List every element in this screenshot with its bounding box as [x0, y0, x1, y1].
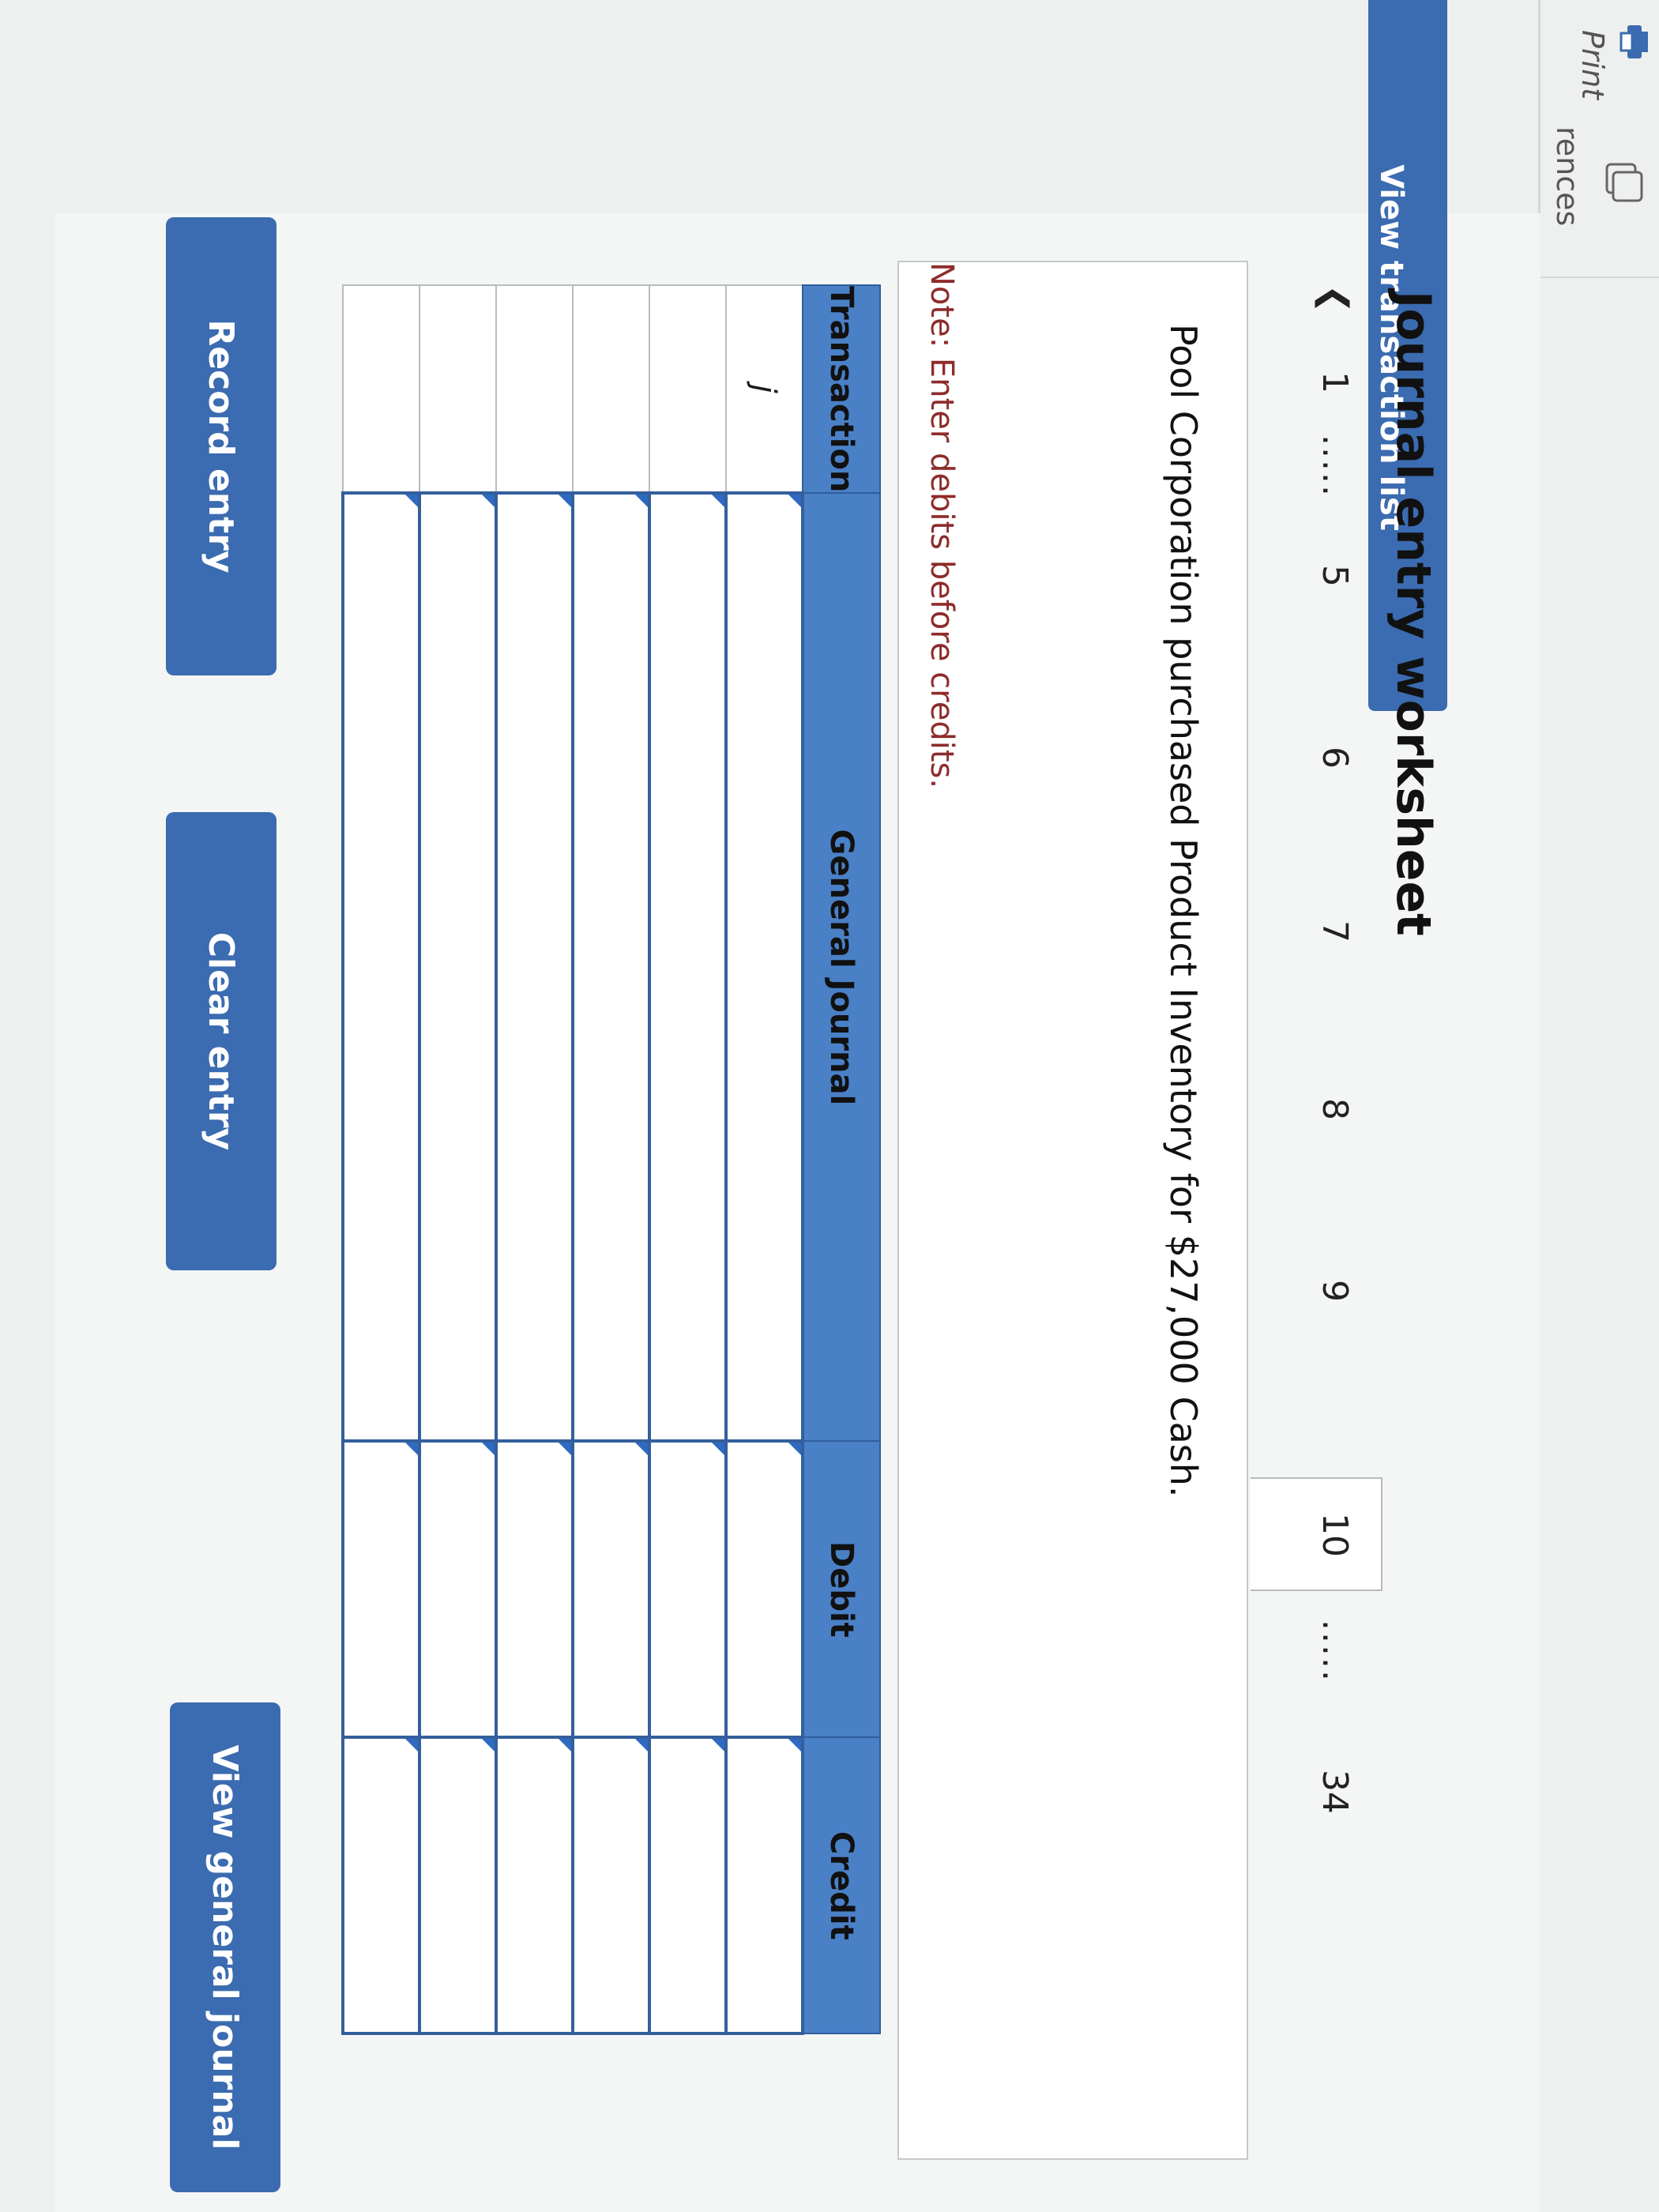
clear-entry-button[interactable]: Clear entry [166, 812, 276, 1270]
table-header-row: Transaction General Journal Debit Credit [803, 285, 880, 2034]
header-credit: Credit [803, 1737, 880, 2034]
cell-marker-icon [405, 1443, 418, 1456]
transaction-cell [419, 285, 496, 494]
account-input[interactable] [649, 493, 726, 1442]
printer-icon [1620, 25, 1648, 58]
instruction-note: Note: Enter debits before credits. [924, 262, 960, 789]
credit-input[interactable] [726, 1737, 803, 2034]
credit-input[interactable] [496, 1737, 573, 2034]
pagination-page[interactable]: 6 [1315, 747, 1355, 769]
credit-input[interactable] [573, 1737, 649, 2034]
debit-input[interactable] [573, 1441, 649, 1738]
debit-input[interactable] [649, 1441, 726, 1738]
debit-input[interactable] [496, 1441, 573, 1738]
header-general-journal: General Journal [803, 493, 880, 1442]
transaction-cell [573, 285, 649, 494]
references-label: rences [1550, 126, 1585, 227]
page-title: Journal entry worksheet [1386, 291, 1441, 936]
cell-marker-icon [788, 1739, 801, 1752]
cell-marker-icon [712, 495, 724, 508]
cell-marker-icon [635, 1739, 648, 1752]
credit-input[interactable] [419, 1737, 496, 2034]
debit-input[interactable] [343, 1441, 419, 1738]
account-input[interactable] [496, 493, 573, 1442]
credit-input[interactable] [343, 1737, 419, 2034]
pagination-ellipsis: ..... [1315, 1620, 1355, 1683]
view-general-journal-button[interactable]: View general journal [170, 1702, 280, 2192]
print-label: Print [1575, 30, 1610, 100]
cell-marker-icon [788, 1443, 801, 1456]
cell-marker-icon [559, 1739, 571, 1752]
table-row [496, 285, 573, 2034]
pagination-ellipsis: ..... [1315, 434, 1355, 498]
pagination-page[interactable]: 1 [1315, 371, 1355, 393]
transaction-cell [496, 285, 573, 494]
references-tool[interactable]: rences [1540, 126, 1659, 278]
pagination-page[interactable]: 34 [1315, 1770, 1355, 1814]
debit-input[interactable] [726, 1441, 803, 1738]
table-row: j [726, 285, 803, 2034]
credit-input[interactable] [649, 1737, 726, 2034]
print-tool[interactable]: Print [1540, 0, 1659, 126]
header-transaction: Transaction [803, 285, 880, 494]
record-entry-button[interactable]: Record entry [166, 217, 276, 675]
cell-marker-icon [482, 1739, 495, 1752]
screen: Print rences View transaction list Journ… [0, 0, 1659, 2212]
cell-marker-icon [635, 495, 648, 508]
pagination-page[interactable]: 9 [1315, 1280, 1355, 1302]
cell-marker-icon [635, 1443, 648, 1456]
account-input[interactable] [726, 493, 803, 1442]
header-debit: Debit [803, 1441, 880, 1738]
account-input[interactable] [343, 493, 419, 1442]
pagination-page[interactable]: 7 [1315, 920, 1355, 942]
cell-marker-icon [559, 1443, 571, 1456]
cell-marker-icon [482, 495, 495, 508]
debit-input[interactable] [419, 1441, 496, 1738]
account-input[interactable] [573, 493, 649, 1442]
transaction-cell [343, 285, 419, 494]
pagination-prev-icon[interactable]: ❮ [1315, 284, 1355, 314]
pagination-page[interactable]: 8 [1315, 1098, 1355, 1120]
references-icon [1605, 163, 1643, 202]
transaction-cell: j [726, 285, 803, 494]
transaction-description: Pool Corporation purchased Product Inven… [1162, 324, 1205, 1498]
transaction-cell [649, 285, 726, 494]
table-row [649, 285, 726, 2034]
cell-marker-icon [405, 1739, 418, 1752]
cell-marker-icon [559, 495, 571, 508]
cell-marker-icon [788, 495, 801, 508]
table-row [419, 285, 496, 2034]
pagination-page[interactable]: 5 [1315, 565, 1355, 587]
pagination-page-active[interactable]: 10 [1315, 1513, 1355, 1557]
cell-marker-icon [712, 1739, 724, 1752]
general-journal-table: Transaction General Journal Debit Credit… [341, 284, 881, 2035]
cell-marker-icon [482, 1443, 495, 1456]
table-row [343, 285, 419, 2034]
cell-marker-icon [405, 495, 418, 508]
cell-marker-icon [712, 1443, 724, 1456]
table-row [573, 285, 649, 2034]
account-input[interactable] [419, 493, 496, 1442]
